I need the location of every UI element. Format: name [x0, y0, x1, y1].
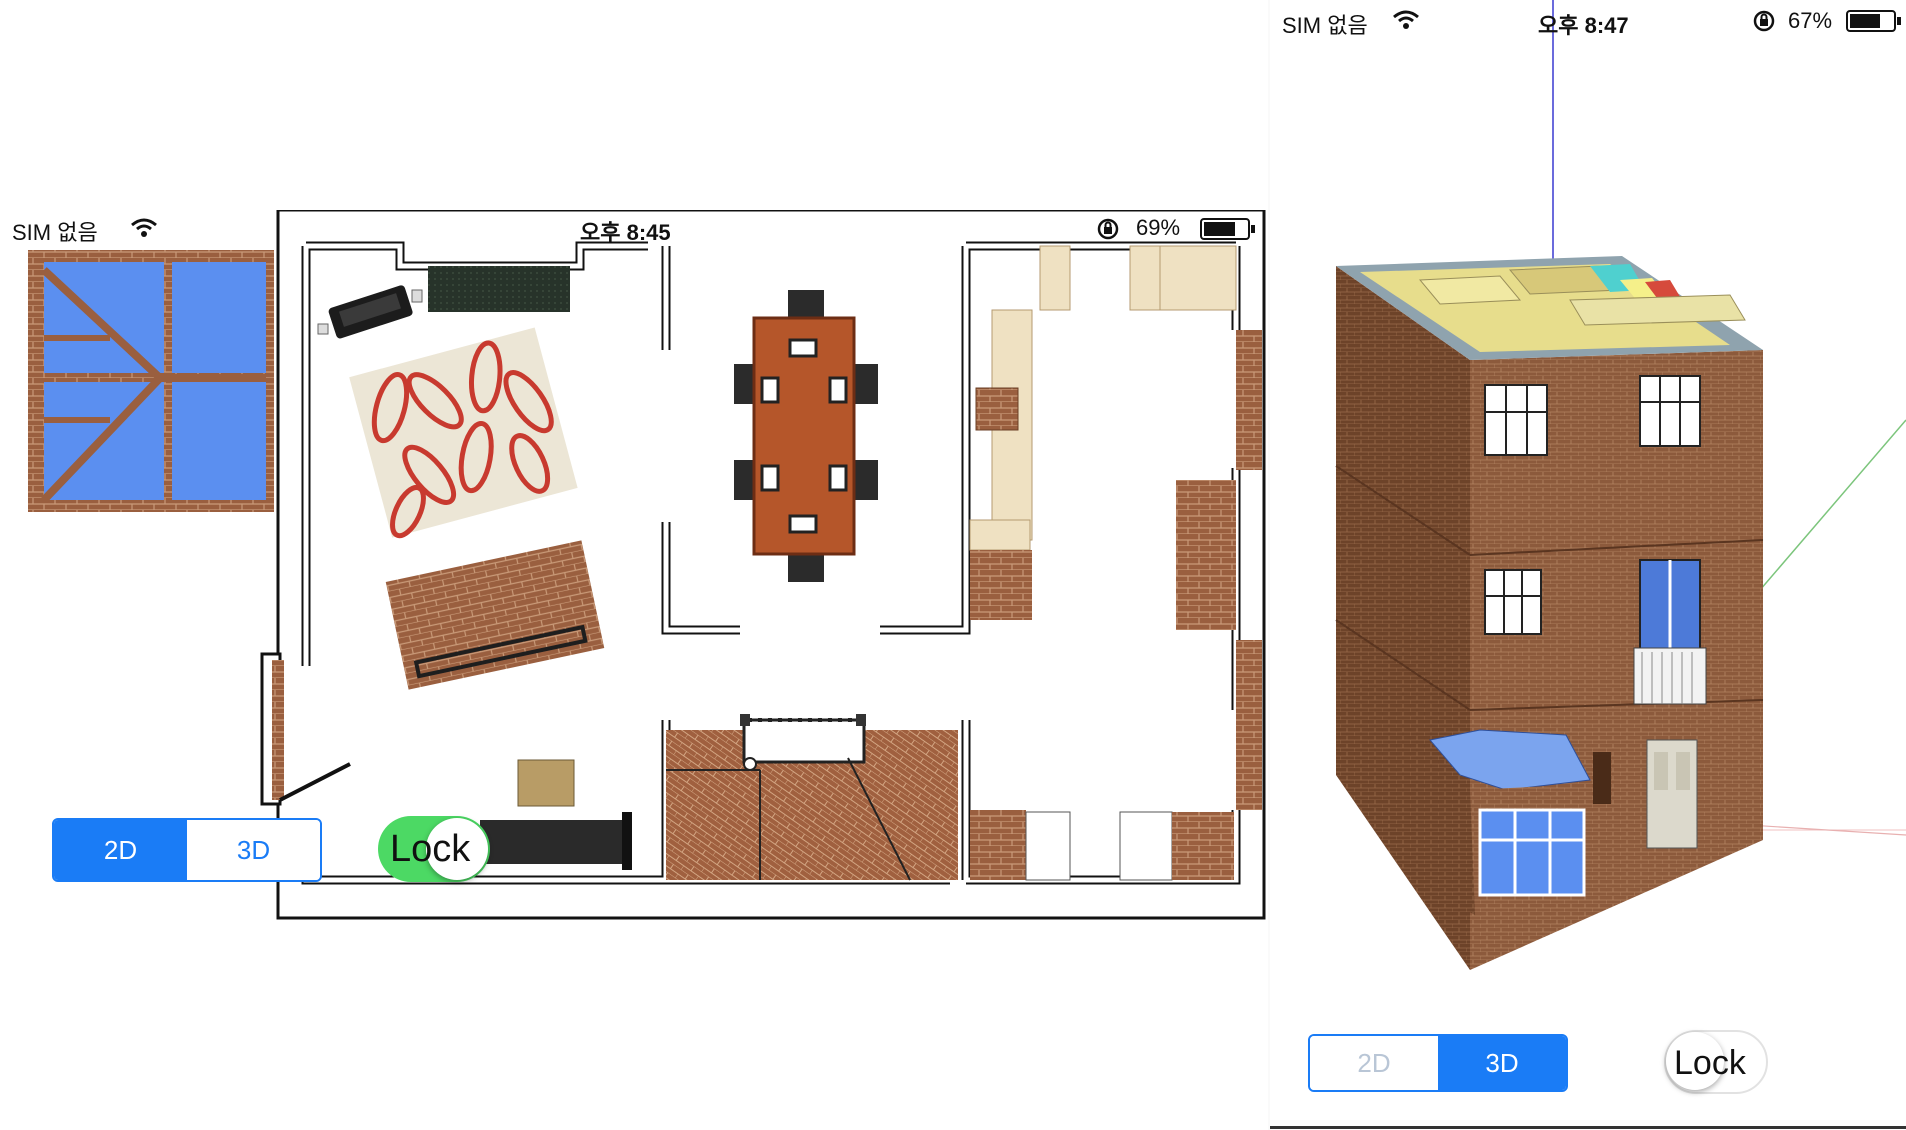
- model-viewport[interactable]: [1270, 0, 1906, 1130]
- lock-label: Lock: [1674, 1044, 1746, 1082]
- segment-3d[interactable]: 3D: [1438, 1036, 1566, 1090]
- battery-percent: 69%: [1136, 215, 1181, 240]
- rotation-lock-icon: [1097, 218, 1119, 240]
- status-time: 오후 8:45: [580, 220, 671, 245]
- segment-3d[interactable]: 3D: [187, 820, 320, 880]
- conservatory: [28, 250, 274, 512]
- status-bar-right: SIM 없음 오후 8:47 67%: [1270, 0, 1906, 40]
- left-screen: SIM 없음 오후 8:45 69%: [0, 210, 1268, 922]
- segment-2d[interactable]: 2D: [54, 820, 187, 880]
- right-screen: SIM 없음 오후 8:47 67% 2D 3D Lock: [1270, 0, 1906, 1130]
- rotation-lock-icon: [1753, 10, 1775, 32]
- wifi-icon: [1393, 10, 1419, 29]
- staircase: [666, 714, 958, 881]
- battery-percent: 67%: [1788, 8, 1833, 33]
- status-time: 오후 8:47: [1538, 13, 1629, 38]
- floor-plan-canvas[interactable]: [0, 210, 1268, 922]
- segment-2d[interactable]: 2D: [1310, 1036, 1438, 1090]
- battery-icon: [1200, 218, 1255, 240]
- wifi-icon: [131, 218, 157, 237]
- view-mode-segmented-control: 2D 3D: [1308, 1034, 1568, 1092]
- view-mode-segmented-control: 2D 3D: [52, 818, 322, 882]
- carrier-label: SIM 없음: [12, 220, 98, 245]
- bottom-border: [1270, 1126, 1906, 1129]
- battery-icon: [1846, 10, 1901, 32]
- status-bar: SIM 없음 오후 8:45 69%: [0, 210, 1262, 246]
- carrier-label: SIM 없음: [1282, 13, 1368, 38]
- lock-label: Lock: [390, 828, 471, 870]
